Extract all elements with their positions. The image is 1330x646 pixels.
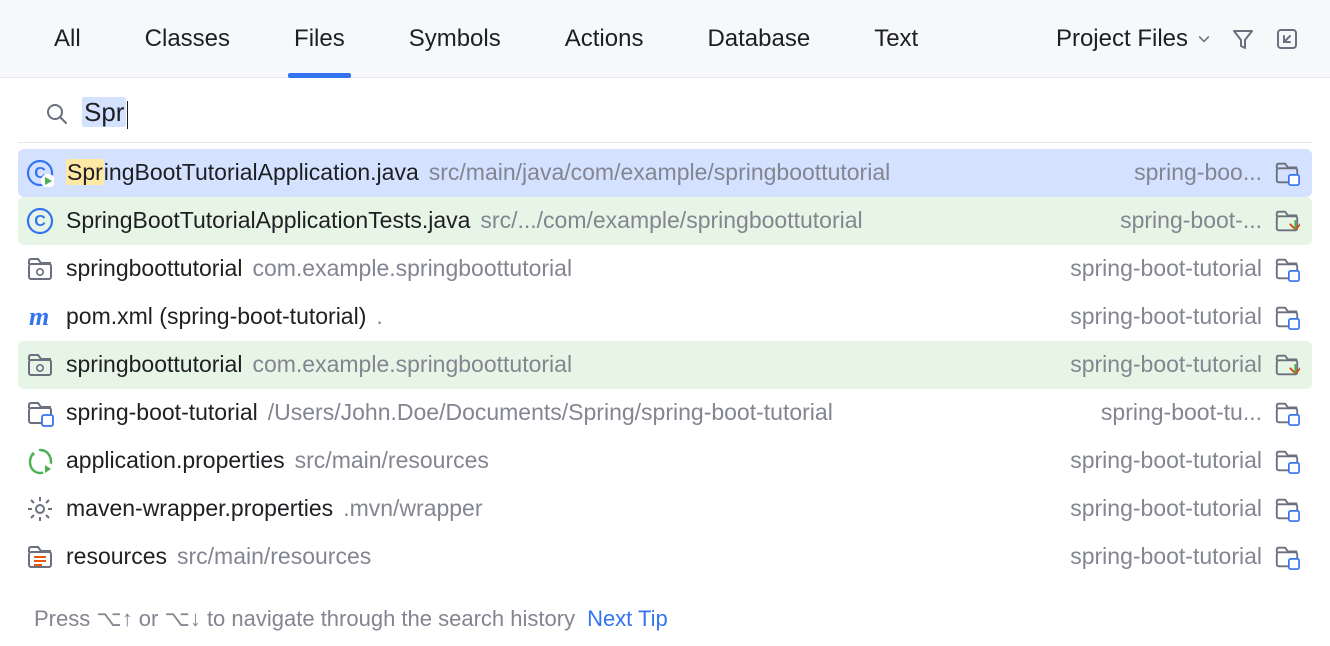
folder-icon [26,255,54,283]
class-run-icon [26,159,54,187]
result-main: maven-wrapper.properties .mvn/wrapper [66,495,1058,522]
result-main: application.properties src/main/resources [66,447,1058,474]
folder-test-icon [1274,352,1300,378]
scope-selector[interactable]: Project Files [1056,25,1212,53]
result-path: src/main/java/com/example/springboottuto… [429,159,890,186]
result-main: pom.xml (spring-boot-tutorial). [66,303,1058,330]
result-main: springboottutorial com.example.springboot… [66,351,1058,378]
spring-icon [26,447,54,475]
result-filename: maven-wrapper.properties [66,495,333,522]
result-path: /Users/John.Doe/Documents/Spring/spring-… [268,399,833,426]
result-path: . [376,303,382,330]
tab-actions[interactable]: Actions [559,0,650,77]
result-row[interactable]: springboottutorial com.example.springboot… [18,341,1312,389]
search-input[interactable]: Spr [82,96,128,130]
chevron-down-icon [1196,31,1212,47]
result-module: spring-boot-tutorial [1070,447,1262,474]
result-filename: application.properties [66,447,285,474]
tab-bar-right: Project Files [1056,25,1300,53]
search-icon [44,101,68,125]
folder-module-icon [1274,160,1300,186]
folder-icon [26,351,54,379]
result-filename: springboottutorial [66,351,242,378]
result-main: springboottutorial com.example.springboot… [66,255,1058,282]
tab-text[interactable]: Text [868,0,924,77]
result-module: spring-boot-tutorial [1070,255,1262,282]
caret [127,101,128,129]
result-path: com.example.springboottutorial [252,255,572,282]
folder-module-icon [1274,304,1300,330]
footer: Press ⌥↑ or ⌥↓ to navigate through the s… [0,596,1330,646]
result-path: src/main/resources [295,447,489,474]
result-row[interactable]: SpringBootTutorialApplication.java src/ma… [18,149,1312,197]
result-path: src/main/resources [177,543,371,570]
result-row[interactable]: maven-wrapper.properties .mvn/wrapper spri… [18,485,1312,533]
result-module: spring-boot-tutorial [1070,351,1262,378]
result-module: spring-boot-tutorial [1070,303,1262,330]
search-row: Spr [0,78,1330,142]
search-query-text: Spr [82,97,126,127]
result-row[interactable]: SpringBootTutorialApplicationTests.java s… [18,197,1312,245]
filter-icon[interactable] [1230,26,1256,52]
result-module: spring-boo... [1134,159,1262,186]
result-path: .mvn/wrapper [343,495,482,522]
scope-label-rest: roject Files [1072,25,1188,52]
result-main: resources src/main/resources [66,543,1058,570]
result-filename: resources [66,543,167,570]
results-list: SpringBootTutorialApplication.java src/ma… [0,143,1330,596]
pin-icon[interactable] [1274,26,1300,52]
folder-test-icon [1274,208,1300,234]
tab-classes[interactable]: Classes [139,0,236,77]
result-path: com.example.springboottutorial [252,351,572,378]
result-module: spring-boot-... [1120,207,1262,234]
footer-hint: Press ⌥↑ or ⌥↓ to navigate through the s… [34,606,575,632]
result-filename: spring-boot-tutorial [66,399,258,426]
result-filename: SpringBootTutorialApplicationTests.java [66,207,470,234]
search-everywhere-popup: All Classes Files Symbols Actions Database Tex… [0,0,1330,646]
tab-all[interactable]: All [48,0,87,77]
folder-module-icon [1274,400,1300,426]
result-filename: pom.xml (spring-boot-tutorial) [66,303,366,330]
tab-files[interactable]: Files [288,0,351,77]
maven-icon [26,303,54,331]
folder-module-icon [1274,544,1300,570]
folder-module-icon [1274,496,1300,522]
result-row[interactable]: application.properties src/main/resources… [18,437,1312,485]
result-main: SpringBootTutorialApplication.java src/ma… [66,159,1122,186]
tab-bar: All Classes Files Symbols Actions Database Tex… [0,0,1330,78]
result-filename: springboottutorial [66,255,242,282]
result-row[interactable]: spring-boot-tutorial/Users/John.Doe/Docu… [18,389,1312,437]
tabs: All Classes Files Symbols Actions Database Tex… [48,0,924,77]
resources-icon [26,543,54,571]
result-main: spring-boot-tutorial/Users/John.Doe/Docu… [66,399,1089,426]
result-module: spring-boot-tutorial [1070,495,1262,522]
tab-database[interactable]: Database [701,0,816,77]
folder-module-icon [1274,448,1300,474]
folder-module-icon [26,399,54,427]
tab-symbols[interactable]: Symbols [403,0,507,77]
result-row[interactable]: resources src/main/resources spring-boot-t… [18,533,1312,581]
result-row[interactable]: pom.xml (spring-boot-tutorial). spring-bo… [18,293,1312,341]
result-main: SpringBootTutorialApplicationTests.java s… [66,207,1108,234]
next-tip-link[interactable]: Next Tip [587,606,668,632]
folder-module-icon [1274,256,1300,282]
scope-label-prefix: P [1056,25,1072,52]
gear-icon [26,495,54,523]
result-module: spring-boot-tutorial [1070,543,1262,570]
result-path: src/.../com/example/springboottutorial [480,207,862,234]
result-row[interactable]: springboottutorial com.example.springboot… [18,245,1312,293]
result-module: spring-boot-tu... [1101,399,1262,426]
result-filename: SpringBootTutorialApplication.java [66,159,419,186]
class-icon [26,207,54,235]
